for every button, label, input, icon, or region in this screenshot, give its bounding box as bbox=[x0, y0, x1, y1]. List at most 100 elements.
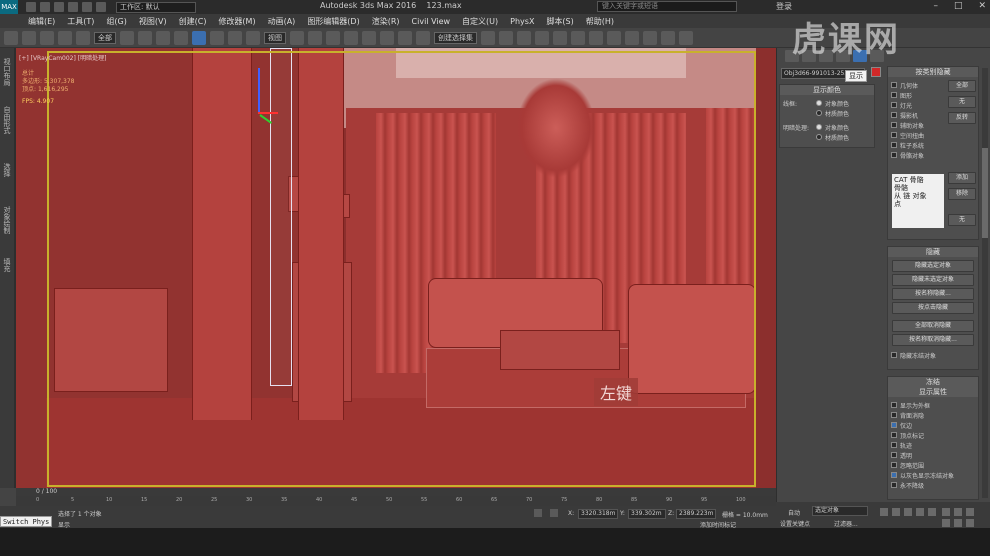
snaps-toggle-icon[interactable] bbox=[344, 30, 358, 45]
menu-tools[interactable]: 工具(T) bbox=[67, 16, 94, 27]
category-remove-button[interactable]: 移除 bbox=[948, 188, 976, 200]
category-list[interactable]: CAT 骨骼 骨骼 从 链 对象 点 bbox=[892, 174, 944, 228]
menu-physx[interactable]: PhysX bbox=[510, 17, 534, 26]
category-bones-checkbox[interactable] bbox=[891, 152, 897, 158]
redo-icon[interactable] bbox=[22, 30, 36, 45]
orbit-icon[interactable] bbox=[966, 508, 974, 516]
prop-backface-cull-checkbox[interactable] bbox=[891, 412, 897, 418]
key-filters-button[interactable]: 过滤器... bbox=[834, 519, 858, 528]
track-bar[interactable]: 0 5 10 15 20 25 30 35 40 45 50 55 60 65 … bbox=[16, 496, 776, 506]
absolute-mode-icon[interactable] bbox=[550, 509, 558, 517]
graphite-ribbon-icon[interactable] bbox=[535, 30, 549, 45]
key-mode-select[interactable]: 选定对象 bbox=[812, 506, 868, 516]
maxscript-listener-input[interactable]: Switch Phys bbox=[0, 516, 52, 527]
curve-editor-icon[interactable] bbox=[553, 30, 567, 45]
select-and-rotate-icon[interactable] bbox=[210, 30, 224, 45]
next-frame-icon[interactable] bbox=[916, 508, 924, 516]
category-helpers-checkbox[interactable] bbox=[891, 122, 897, 128]
category-space-warps-checkbox[interactable] bbox=[891, 132, 897, 138]
reference-coordinate-select[interactable]: 视图 bbox=[264, 31, 286, 44]
render-iterative-icon[interactable] bbox=[661, 30, 675, 45]
menu-create[interactable]: 创建(C) bbox=[179, 16, 207, 27]
menu-modifiers[interactable]: 修改器(M) bbox=[218, 16, 255, 27]
menu-rendering[interactable]: 渲染(R) bbox=[372, 16, 400, 27]
new-file-icon[interactable] bbox=[26, 2, 36, 12]
category-lights-checkbox[interactable] bbox=[891, 102, 897, 108]
prop-ignore-extents-checkbox[interactable] bbox=[891, 462, 897, 468]
schematic-view-icon[interactable] bbox=[571, 30, 585, 45]
ribbon-tab-populate[interactable]: 填充 bbox=[2, 258, 12, 272]
open-file-icon[interactable] bbox=[40, 2, 50, 12]
zoom-extents-icon[interactable] bbox=[942, 519, 950, 527]
display-properties-title[interactable]: 显示属性 bbox=[888, 387, 978, 397]
menu-group[interactable]: 组(G) bbox=[106, 16, 126, 27]
prop-display-as-box-checkbox[interactable] bbox=[891, 402, 897, 408]
x-coordinate-field[interactable]: 3320.318m bbox=[578, 509, 618, 519]
object-color-swatch[interactable] bbox=[871, 67, 881, 77]
display-color-title[interactable]: 显示颜色 bbox=[780, 85, 874, 95]
shaded-object-color-radio[interactable] bbox=[816, 124, 822, 130]
z-coordinate-field[interactable]: 2389.223m bbox=[676, 509, 716, 519]
menu-civil-view[interactable]: Civil View bbox=[412, 17, 451, 26]
hide-title[interactable]: 隐藏 bbox=[888, 247, 978, 257]
category-list-item[interactable]: CAT 骨骼 bbox=[894, 176, 942, 184]
go-to-start-icon[interactable] bbox=[880, 508, 888, 516]
prop-trajectory-checkbox[interactable] bbox=[891, 442, 897, 448]
render-setup-icon[interactable] bbox=[607, 30, 621, 45]
app-logo[interactable]: MAX bbox=[0, 0, 18, 14]
redo-icon[interactable] bbox=[82, 2, 92, 12]
select-manipulate-icon[interactable] bbox=[308, 30, 322, 45]
hide-unselected-button[interactable]: 隐藏未选定对象 bbox=[892, 274, 974, 286]
mirror-icon[interactable] bbox=[481, 30, 495, 45]
vray-frame-buffer-icon[interactable] bbox=[679, 30, 693, 45]
minimize-icon[interactable]: – bbox=[933, 1, 938, 11]
workspace-select[interactable]: 工作区: 默认 bbox=[116, 1, 196, 13]
layer-manager-icon[interactable] bbox=[517, 30, 531, 45]
angle-snap-icon[interactable] bbox=[362, 30, 376, 45]
select-and-move-icon[interactable] bbox=[192, 30, 206, 45]
category-list-item[interactable]: 从 链 对象 bbox=[894, 192, 942, 200]
category-shapes-checkbox[interactable] bbox=[891, 92, 897, 98]
prop-show-frozen-gray-checkbox[interactable] bbox=[891, 472, 897, 478]
selection-filter-select[interactable]: 全部 bbox=[94, 31, 116, 44]
menu-edit[interactable]: 编辑(E) bbox=[28, 16, 55, 27]
viewport-perspective[interactable]: [+] [VRayCam002] [明暗处理] 总计 多边形: 5,307,37… bbox=[16, 48, 776, 488]
wireframe-object-color-radio[interactable] bbox=[816, 100, 822, 106]
select-and-scale-icon[interactable] bbox=[228, 30, 242, 45]
maximize-icon[interactable]: □ bbox=[954, 1, 963, 11]
zoom-icon[interactable] bbox=[942, 508, 950, 516]
menu-customize[interactable]: 自定义(U) bbox=[462, 16, 498, 27]
category-none-button[interactable]: 无 bbox=[948, 96, 976, 108]
select-object-icon[interactable] bbox=[120, 30, 134, 45]
login-button[interactable]: 登录 bbox=[776, 1, 792, 12]
shaded-material-color-radio[interactable] bbox=[816, 134, 822, 140]
prop-vertex-ticks-checkbox[interactable] bbox=[891, 432, 897, 438]
window-crossing-icon[interactable] bbox=[174, 30, 188, 45]
category-particles-checkbox[interactable] bbox=[891, 142, 897, 148]
category-list-item[interactable]: 骨骼 bbox=[894, 184, 942, 192]
bind-space-warp-icon[interactable] bbox=[76, 30, 90, 45]
save-file-icon[interactable] bbox=[54, 2, 64, 12]
ribbon-tab-object-paint[interactable]: 对象绘制 bbox=[2, 206, 12, 234]
percent-snap-icon[interactable] bbox=[380, 30, 394, 45]
ribbon-tab-selection[interactable]: 选择 bbox=[2, 163, 12, 177]
wireframe-material-color-radio[interactable] bbox=[816, 110, 822, 116]
rectangular-selection-icon[interactable] bbox=[156, 30, 170, 45]
select-and-place-icon[interactable] bbox=[246, 30, 260, 45]
unlink-icon[interactable] bbox=[58, 30, 72, 45]
category-all-button[interactable]: 全部 bbox=[948, 80, 976, 92]
command-panel-scrollbar[interactable] bbox=[982, 68, 988, 498]
ribbon-tab-freeform[interactable]: 自由形式 bbox=[2, 106, 12, 134]
menu-scripting[interactable]: 脚本(S) bbox=[546, 16, 573, 27]
keyboard-shortcut-icon[interactable] bbox=[326, 30, 340, 45]
project-folder-icon[interactable] bbox=[96, 2, 106, 12]
prop-edges-only-checkbox[interactable] bbox=[891, 422, 897, 428]
prop-see-through-checkbox[interactable] bbox=[891, 452, 897, 458]
lock-selection-icon[interactable] bbox=[534, 509, 542, 517]
selected-object-pipe[interactable] bbox=[270, 48, 292, 386]
hide-by-hit-button[interactable]: 按点击隐藏 bbox=[892, 302, 974, 314]
menu-help[interactable]: 帮助(H) bbox=[586, 16, 614, 27]
undo-icon[interactable] bbox=[4, 30, 18, 45]
set-key-button[interactable]: 设置关键点 bbox=[780, 519, 810, 528]
rendered-frame-window-icon[interactable] bbox=[625, 30, 639, 45]
